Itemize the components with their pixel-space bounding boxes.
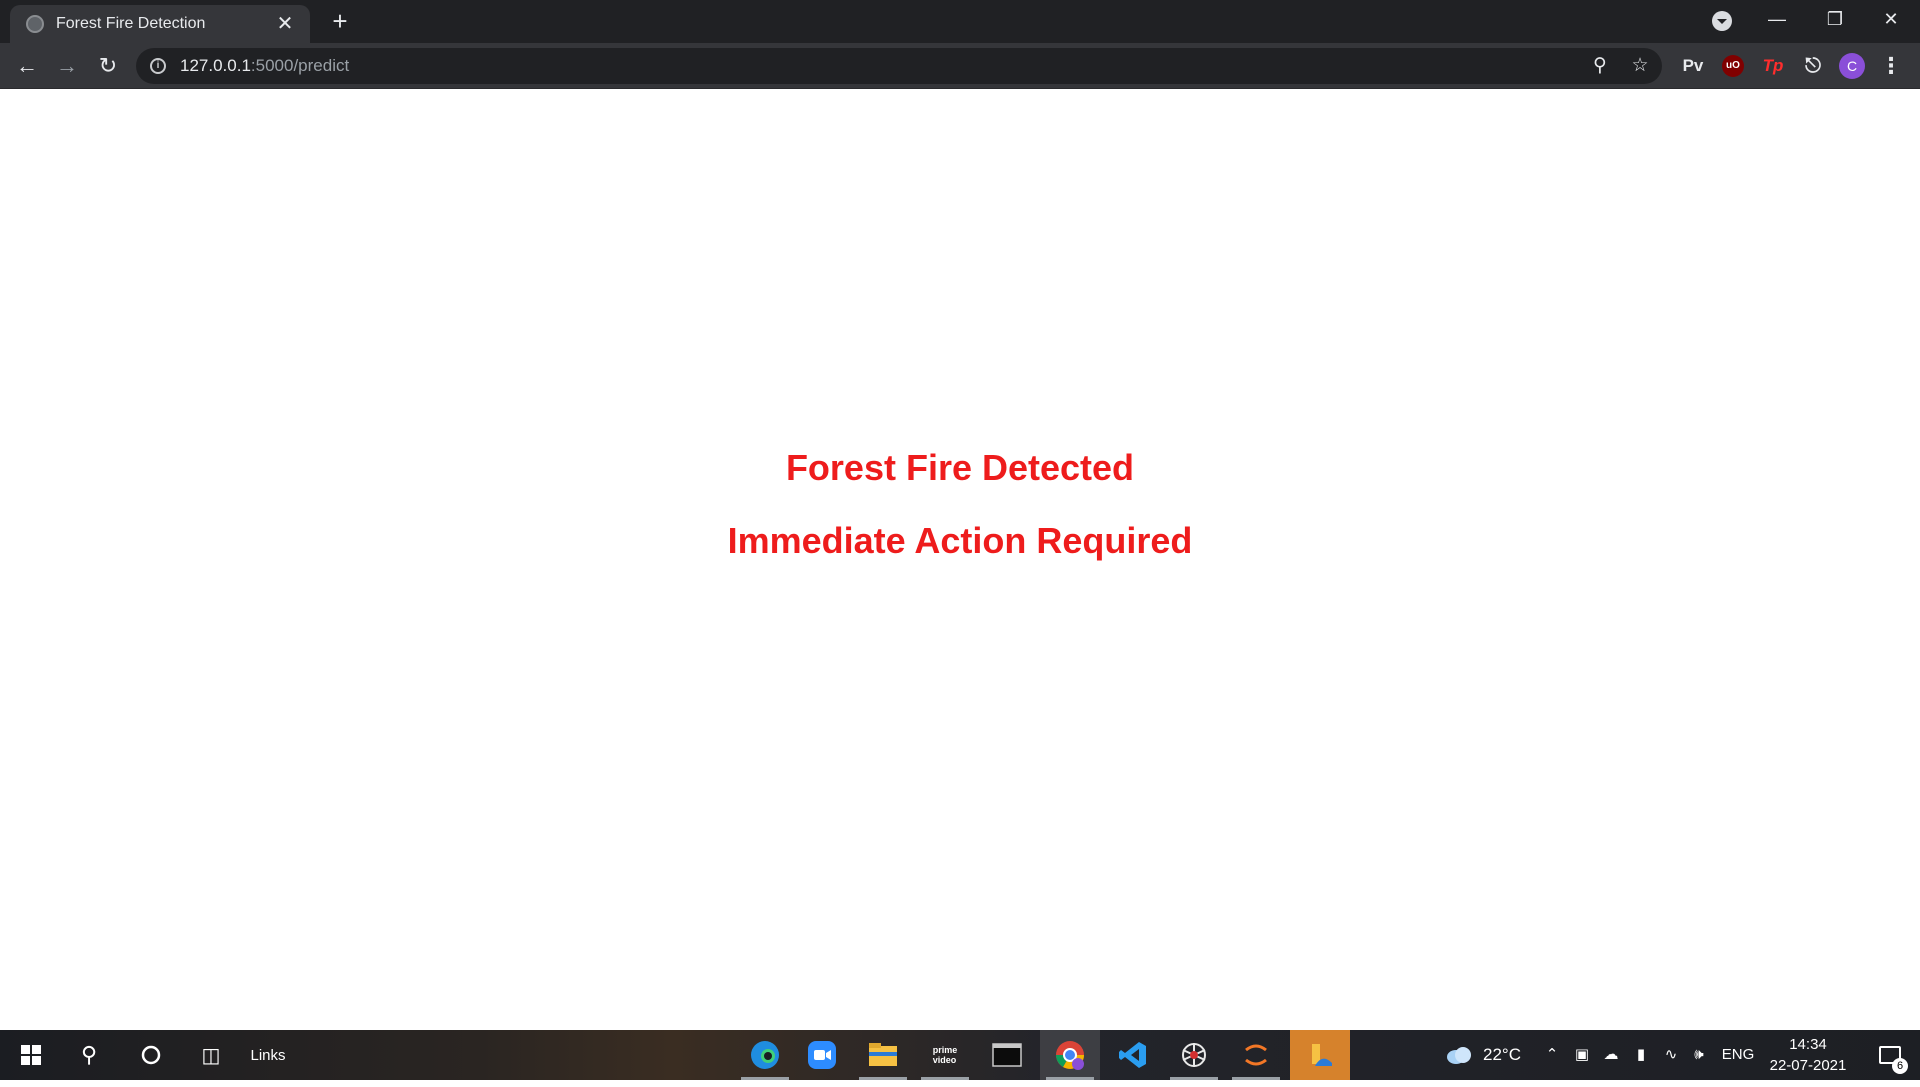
extensions-puzzle-icon[interactable]: ⎋	[1800, 53, 1826, 79]
meet-icon[interactable]: ▣	[1570, 1030, 1594, 1080]
ublock-extension-icon[interactable]: uO	[1722, 55, 1744, 77]
terminal-icon[interactable]	[977, 1030, 1037, 1080]
windows-taskbar: ⚲ ◫ Links prime video 22°C ⌃ ▣ ☁ ▮ ∿ 🕪 E…	[0, 1030, 1920, 1080]
close-window-button[interactable]: ✕	[1862, 0, 1920, 40]
bookmark-star-icon[interactable]: ☆	[1630, 56, 1650, 76]
prime-video-icon[interactable]: prime video	[915, 1030, 975, 1080]
url-host: 127.0.0.1	[180, 56, 251, 75]
fire-detected-heading: Forest Fire Detected	[785, 447, 1135, 488]
browser-toolbar: ← → ↻ i 127.0.0.1:5000/predict ⚲ ☆ Pv uO…	[0, 43, 1920, 89]
page-content: Forest Fire Detected Immediate Action Re…	[0, 89, 1920, 1030]
language-indicator[interactable]: ENG	[1718, 1030, 1758, 1080]
wifi-icon[interactable]: ∿	[1658, 1030, 1684, 1080]
action-required-heading: Immediate Action Required	[727, 520, 1193, 561]
url-path: :5000/predict	[250, 56, 350, 75]
links-toolbar[interactable]: Links	[238, 1030, 298, 1080]
windows-logo-icon	[21, 1045, 41, 1065]
tab-title: Forest Fire Detection	[56, 15, 206, 32]
vscode-icon[interactable]	[1103, 1030, 1163, 1080]
site-info-icon[interactable]: i	[150, 58, 166, 74]
new-tab-button[interactable]: +	[325, 6, 355, 36]
volume-icon[interactable]: 🕪	[1686, 1030, 1712, 1080]
forward-button[interactable]: →	[52, 51, 82, 81]
clock-date: 22-07-2021	[1769, 1057, 1847, 1074]
prime-video-text: prime video	[932, 1045, 958, 1065]
battery-icon[interactable]: ▮	[1628, 1030, 1654, 1080]
spider-icon[interactable]	[1164, 1030, 1224, 1080]
cortana-icon[interactable]	[130, 1030, 172, 1080]
clock-time: 14:34	[1789, 1036, 1827, 1053]
tp-extension-icon[interactable]: Tp	[1760, 53, 1786, 79]
chevron-up-icon[interactable]: ⌃	[1540, 1030, 1564, 1080]
weather-cloud-icon[interactable]	[1444, 1030, 1474, 1080]
tab-close-icon[interactable]: ✕	[274, 13, 296, 35]
reload-button[interactable]: ↻	[93, 51, 123, 81]
start-button[interactable]	[10, 1030, 52, 1080]
address-bar[interactable]: i 127.0.0.1:5000/predict ⚲ ☆	[136, 48, 1662, 84]
zoom-icon[interactable]: ⚲	[1590, 56, 1610, 76]
back-button[interactable]: ←	[12, 51, 42, 81]
browser-tab-strip: Forest Fire Detection ✕ + — ❐ ✕	[0, 0, 1920, 43]
profile-avatar[interactable]: C	[1839, 53, 1865, 79]
menu-kebab-icon[interactable]: ⋮	[1880, 53, 1902, 79]
task-view-icon[interactable]: ◫	[190, 1030, 232, 1080]
jupyter-icon[interactable]	[1226, 1030, 1286, 1080]
browser-tab[interactable]: Forest Fire Detection ✕	[10, 5, 310, 43]
chrome-icon[interactable]	[1040, 1030, 1100, 1080]
file-explorer-icon[interactable]	[853, 1030, 913, 1080]
onedrive-error-icon[interactable]: ☁	[1598, 1030, 1624, 1080]
restore-button[interactable]: ❐	[1806, 0, 1864, 40]
search-icon[interactable]: ⚲	[68, 1030, 110, 1080]
edge-icon[interactable]	[735, 1030, 795, 1080]
minimize-button[interactable]: —	[1748, 0, 1806, 40]
sticky-app-icon[interactable]	[1290, 1030, 1350, 1080]
tab-search-icon[interactable]	[1712, 11, 1732, 31]
weather-temperature[interactable]: 22°C	[1478, 1030, 1526, 1080]
notification-center-icon[interactable]: 6	[1868, 1030, 1912, 1080]
notification-count-badge: 6	[1892, 1058, 1908, 1074]
globe-icon	[26, 15, 44, 33]
pv-extension-icon[interactable]: Pv	[1678, 53, 1708, 79]
url-text[interactable]: 127.0.0.1:5000/predict	[180, 56, 349, 76]
clock[interactable]: 14:34 22-07-2021	[1768, 1034, 1848, 1076]
zoom-icon[interactable]	[792, 1030, 852, 1080]
